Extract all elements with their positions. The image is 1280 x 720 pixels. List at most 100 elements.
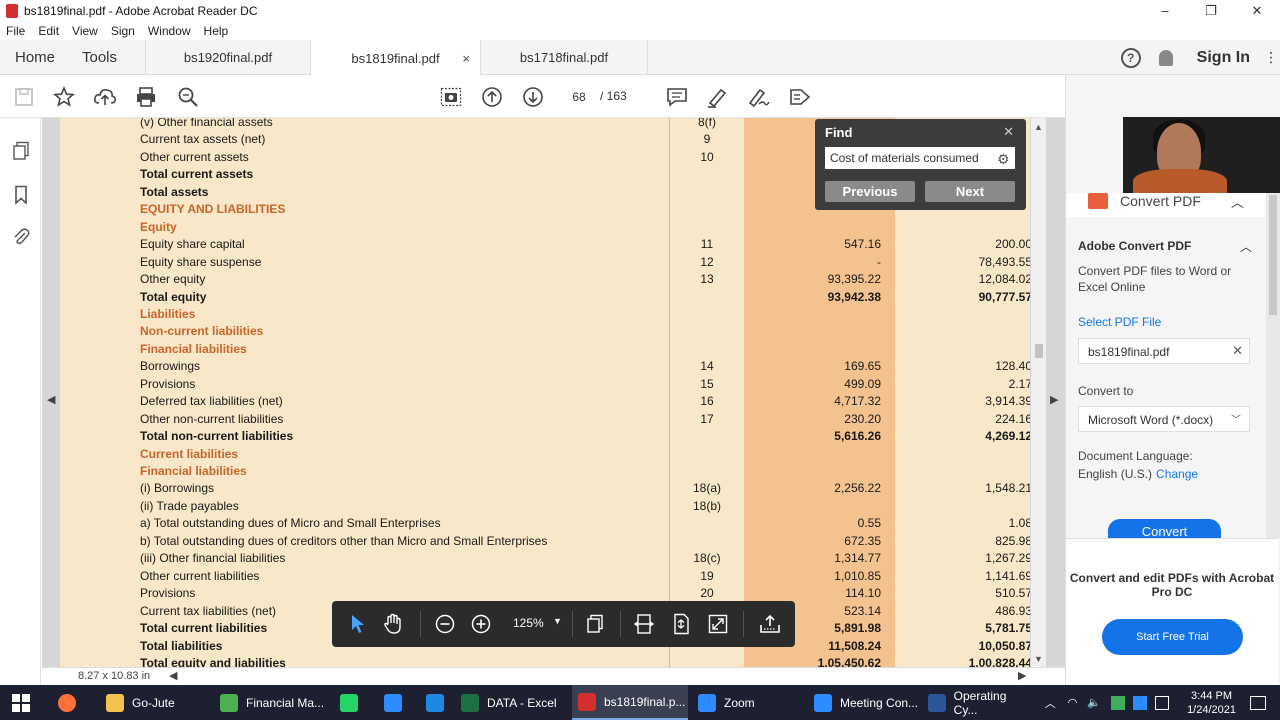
tab-bs1920final[interactable]: bs1920final.pdf: [145, 40, 310, 75]
convert-button[interactable]: Convert: [1108, 519, 1221, 539]
row-current-year: 2,256.22: [834, 481, 881, 496]
find-close-icon[interactable]: ✕: [1003, 124, 1014, 140]
page-left-arrow-icon[interactable]: ◀: [47, 393, 55, 406]
taskbar-item-label: Meeting Con...: [840, 695, 919, 710]
hand-tool-icon[interactable]: [382, 613, 404, 635]
bookmark-star-icon[interactable]: [52, 85, 76, 109]
select-cursor-icon[interactable]: [346, 613, 368, 635]
right-pane-scroll-thumb[interactable]: [1269, 195, 1277, 315]
zoom-level[interactable]: 125%: [513, 616, 544, 630]
scroll-right-arrow-icon[interactable]: ▶: [1018, 669, 1026, 682]
tab-home[interactable]: Home: [15, 49, 55, 66]
fit-width-icon[interactable]: [633, 613, 655, 635]
page-right-arrow-icon[interactable]: ▶: [1050, 393, 1058, 406]
tray-app-icon[interactable]: [1133, 695, 1148, 710]
system-clock[interactable]: 3:44 PM 1/24/2021: [1187, 689, 1236, 717]
taskbar-item[interactable]: bs1819final.p...: [572, 685, 688, 720]
snapshot-camera-icon[interactable]: [439, 85, 463, 109]
zoom-dropdown-caret-icon[interactable]: ▼: [553, 616, 562, 626]
zoom-in-icon[interactable]: [470, 613, 492, 635]
attachments-paperclip-icon[interactable]: [11, 226, 31, 248]
select-pdf-file-link[interactable]: Select PDF File: [1078, 315, 1161, 329]
video-person-body: [1133, 169, 1227, 193]
taskbar-item[interactable]: Operating Cy...: [922, 685, 1032, 720]
menu-sign[interactable]: Sign: [111, 24, 135, 38]
scroll-up-arrow-icon[interactable]: ▲: [1034, 122, 1043, 132]
start-windows-icon[interactable]: [12, 685, 30, 720]
more-options-icon[interactable]: ⋮: [1264, 49, 1278, 66]
scroll-down-arrow-icon[interactable]: ▼: [1034, 654, 1043, 664]
selected-file-field[interactable]: bs1819final.pdf ✕: [1078, 338, 1250, 364]
volume-icon[interactable]: 🔈: [1087, 696, 1101, 709]
menu-window[interactable]: Window: [148, 24, 191, 38]
convert-format-select[interactable]: Microsoft Word (*.docx) ﹀: [1078, 406, 1250, 432]
row-note: 10: [700, 149, 714, 164]
change-language-link[interactable]: Change: [1156, 467, 1198, 481]
acrobat-app-icon: [6, 3, 18, 18]
right-pane-scrollbar[interactable]: [1266, 193, 1280, 538]
start-free-trial-button[interactable]: Start Free Trial: [1102, 619, 1243, 655]
find-input[interactable]: Cost of materials consumed: [825, 147, 1015, 169]
row-label: Deferred tax liabilities (net): [140, 394, 283, 409]
tray-expand-icon[interactable]: ︿: [1045, 695, 1056, 711]
chevron-up-icon[interactable]: ︿: [1231, 192, 1244, 211]
notification-bell-icon[interactable]: [1158, 49, 1173, 66]
close-window-button[interactable]: ✕: [1234, 0, 1280, 21]
previous-page-icon[interactable]: [480, 85, 504, 109]
taskbar-item[interactable]: [378, 685, 418, 720]
menu-help[interactable]: Help: [204, 24, 229, 38]
zoom-out-icon[interactable]: [434, 613, 456, 635]
share-export-icon[interactable]: [759, 613, 781, 635]
scroll-left-arrow-icon[interactable]: ◀: [169, 669, 177, 682]
tab-bs1819final[interactable]: bs1819final.pdf ×: [310, 40, 480, 76]
tab-bs1718final[interactable]: bs1718final.pdf: [480, 40, 648, 75]
highlight-pen-icon[interactable]: [706, 85, 730, 109]
wifi-icon[interactable]: ◠: [1068, 696, 1078, 709]
row-previous-year: 5,781.75: [985, 621, 1030, 636]
clear-file-icon[interactable]: ✕: [1232, 343, 1243, 359]
scroll-thumb[interactable]: [1035, 344, 1043, 358]
find-previous-button[interactable]: Previous: [825, 181, 915, 202]
taskbar-item[interactable]: Zoom: [692, 685, 804, 720]
row-current-year: 93,395.22: [827, 272, 881, 287]
keyboard-icon[interactable]: [1155, 695, 1170, 710]
search-zoom-icon[interactable]: [176, 85, 200, 109]
redact-tag-icon[interactable]: [788, 85, 812, 109]
page-number-input[interactable]: 68: [562, 86, 596, 108]
sign-in-button[interactable]: Sign In: [1197, 49, 1250, 67]
fit-page-icon[interactable]: [670, 613, 692, 635]
gear-icon[interactable]: ⚙: [997, 151, 1023, 168]
restore-button[interactable]: ❐: [1188, 0, 1234, 21]
menu-file[interactable]: File: [6, 24, 25, 38]
find-next-button[interactable]: Next: [925, 181, 1015, 202]
chevron-up-icon[interactable]: ︿: [1240, 238, 1252, 255]
full-screen-icon[interactable]: [707, 613, 729, 635]
next-page-icon[interactable]: [521, 85, 545, 109]
taskbar-item[interactable]: DATA - Excel: [455, 685, 569, 720]
tab-close-icon[interactable]: ×: [462, 51, 470, 66]
help-icon[interactable]: ?: [1120, 47, 1141, 68]
page-thumbnails-icon[interactable]: [11, 140, 31, 162]
notifications-icon[interactable]: [1250, 695, 1266, 710]
save-icon[interactable]: [12, 85, 36, 109]
page-display-icon[interactable]: [584, 613, 606, 635]
menu-view[interactable]: View: [72, 24, 98, 38]
menu-edit[interactable]: Edit: [38, 24, 59, 38]
taskbar-item[interactable]: [420, 685, 454, 720]
taskbar-item[interactable]: Meeting Con...: [808, 685, 920, 720]
convert-pdf-header[interactable]: Convert PDF ︿: [1066, 193, 1278, 217]
row-label: Current tax liabilities (net): [140, 603, 277, 618]
minimize-button[interactable]: –: [1142, 0, 1188, 21]
sign-pen-icon[interactable]: [747, 85, 771, 109]
bookmarks-icon[interactable]: [11, 184, 31, 206]
tray-app-icon[interactable]: [1111, 695, 1126, 710]
taskbar-item[interactable]: [334, 685, 374, 720]
firefox-icon[interactable]: [58, 685, 84, 720]
taskbar-item[interactable]: Financial Ma...: [214, 685, 332, 720]
vertical-scrollbar[interactable]: ▲ ▼: [1031, 118, 1046, 667]
print-icon[interactable]: [134, 85, 158, 109]
tab-tools[interactable]: Tools: [82, 49, 117, 66]
comment-icon[interactable]: [665, 85, 689, 109]
taskbar-item[interactable]: Go-Jute: [100, 685, 212, 720]
upload-cloud-icon[interactable]: [93, 85, 117, 109]
